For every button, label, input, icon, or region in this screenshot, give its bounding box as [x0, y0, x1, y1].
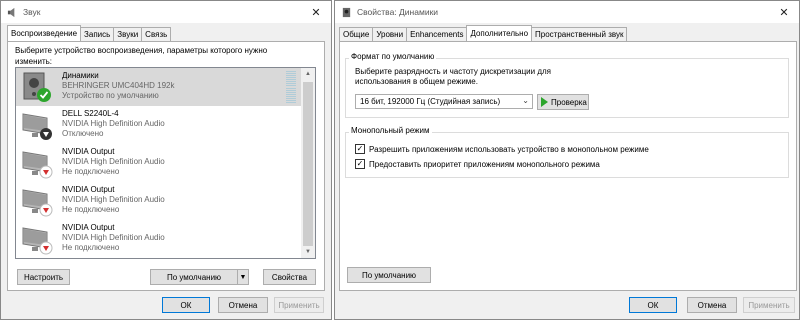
properties-tabs: Общие Уровни Enhancements Дополнительно … — [339, 25, 628, 41]
tab-recording[interactable]: Запись — [80, 27, 115, 41]
sound-window: Звук ✕ Воспроизведение Запись Звуки Связ… — [0, 0, 332, 320]
window-title: Звук — [23, 7, 41, 17]
scroll-thumb[interactable] — [303, 82, 313, 246]
properties-window: Свойства: Динамики ✕ Общие Уровни Enhanc… — [334, 0, 800, 320]
instruction-text: Выберите устройство воспроизведения, пар… — [15, 46, 268, 66]
test-button[interactable]: Проверка — [537, 94, 589, 110]
exclusive-priority-label: Предоставить приоритет приложениям моноп… — [369, 159, 600, 169]
device-model: NVIDIA High Definition Audio — [62, 195, 165, 204]
sound-window-titlebar[interactable]: Звук ✕ — [1, 1, 331, 23]
set-default-button[interactable]: По умолчанию — [150, 269, 238, 285]
monitor-icon — [22, 151, 53, 179]
device-status: Не подключено — [62, 205, 120, 214]
format-select-value: 16 бит, 192000 Гц (Студийная запись) — [360, 97, 501, 106]
properties-window-titlebar[interactable]: Свойства: Динамики ✕ — [335, 1, 799, 23]
device-name: NVIDIA Output — [62, 185, 115, 194]
device-item-speakers[interactable]: Динамики BEHRINGER UMC404HD 192k Устройс… — [16, 68, 301, 106]
device-item-nvidia-1[interactable]: NVIDIA Output NVIDIA High Definition Aud… — [16, 144, 301, 182]
tab-sounds[interactable]: Звуки — [113, 27, 143, 41]
cancel-button[interactable]: Отмена — [687, 297, 737, 313]
disabled-arrow-icon — [40, 128, 52, 140]
allow-exclusive-checkbox-row[interactable]: ✓ Разрешить приложениям использовать уст… — [355, 144, 649, 154]
device-list-scrollbar[interactable]: ▲ ▼ — [301, 68, 315, 258]
restore-defaults-button[interactable]: По умолчанию — [347, 267, 431, 283]
monitor-icon — [22, 227, 53, 255]
monitor-icon — [22, 113, 52, 140]
close-icon[interactable]: ✕ — [301, 1, 331, 23]
device-model: NVIDIA High Definition Audio — [62, 157, 165, 166]
not-connected-arrow-icon — [39, 241, 53, 255]
format-select[interactable]: 16 бит, 192000 Гц (Студийная запись) ⌄ — [355, 94, 533, 109]
play-icon — [541, 97, 548, 107]
not-connected-arrow-icon — [39, 203, 53, 217]
window-title: Свойства: Динамики — [357, 7, 439, 17]
test-button-label: Проверка — [551, 97, 587, 107]
ok-button[interactable]: ОК — [162, 297, 210, 313]
default-check-icon — [37, 88, 51, 102]
allow-exclusive-checkbox[interactable]: ✓ — [355, 144, 365, 154]
chevron-down-icon: ⌄ — [522, 96, 529, 105]
device-name: NVIDIA Output — [62, 147, 115, 156]
device-list[interactable]: Динамики BEHRINGER UMC404HD 192k Устройс… — [15, 67, 316, 259]
tab-enhancements[interactable]: Enhancements — [406, 27, 468, 41]
device-status: Отключено — [62, 129, 104, 138]
device-model: NVIDIA High Definition Audio — [62, 233, 165, 242]
default-format-description: Выберите разрядность и частоту дискретиз… — [355, 67, 552, 86]
tab-levels[interactable]: Уровни — [372, 27, 408, 41]
speaker-icon — [23, 72, 51, 102]
device-model: BEHRINGER UMC404HD 192k — [62, 81, 175, 90]
not-connected-arrow-icon — [39, 165, 53, 179]
properties-button[interactable]: Свойства — [263, 269, 316, 285]
apply-button[interactable]: Применить — [274, 297, 324, 313]
tab-communications[interactable]: Связь — [141, 27, 172, 41]
exclusive-priority-checkbox[interactable]: ✓ — [355, 159, 365, 169]
allow-exclusive-label: Разрешить приложениям использовать устро… — [369, 144, 649, 154]
cancel-button[interactable]: Отмена — [218, 297, 268, 313]
tab-playback[interactable]: Воспроизведение — [7, 25, 82, 41]
sound-tabs: Воспроизведение Запись Звуки Связь — [7, 25, 172, 41]
device-item-nvidia-3[interactable]: NVIDIA Output NVIDIA High Definition Aud… — [16, 220, 301, 258]
set-default-dropdown-icon[interactable]: ▼ — [237, 269, 249, 285]
monitor-icon — [22, 189, 53, 217]
volume-meter — [286, 71, 296, 103]
default-format-label: Формат по умолчанию — [349, 52, 437, 61]
device-item-dell[interactable]: DELL S2240L-4 NVIDIA High Definition Aud… — [16, 106, 301, 144]
device-status: Не подключено — [62, 243, 120, 252]
exclusive-priority-checkbox-row[interactable]: ✓ Предоставить приоритет приложениям мон… — [355, 159, 600, 169]
sound-app-icon — [7, 7, 15, 17]
device-model: NVIDIA High Definition Audio — [62, 119, 165, 128]
device-name: DELL S2240L-4 — [62, 109, 119, 118]
scroll-up-icon[interactable]: ▲ — [301, 68, 315, 80]
ok-button[interactable]: ОК — [629, 297, 677, 313]
exclusive-mode-group — [345, 132, 789, 178]
tab-advanced[interactable]: Дополнительно — [466, 25, 533, 41]
device-status: Не подключено — [62, 167, 120, 176]
device-name: NVIDIA Output — [62, 223, 115, 232]
scroll-down-icon[interactable]: ▼ — [301, 246, 315, 258]
close-icon[interactable]: ✕ — [769, 1, 799, 23]
tab-general[interactable]: Общие — [339, 27, 374, 41]
device-name: Динамики — [62, 71, 99, 80]
exclusive-mode-label: Монопольный режим — [349, 126, 432, 135]
speaker-app-icon — [342, 7, 351, 17]
device-item-nvidia-2[interactable]: NVIDIA Output NVIDIA High Definition Aud… — [16, 182, 301, 220]
device-status: Устройство по умолчанию — [62, 91, 159, 100]
configure-button[interactable]: Настроить — [17, 269, 70, 285]
tab-spatial-sound[interactable]: Пространственный звук — [531, 27, 628, 41]
apply-button[interactable]: Применить — [743, 297, 795, 313]
